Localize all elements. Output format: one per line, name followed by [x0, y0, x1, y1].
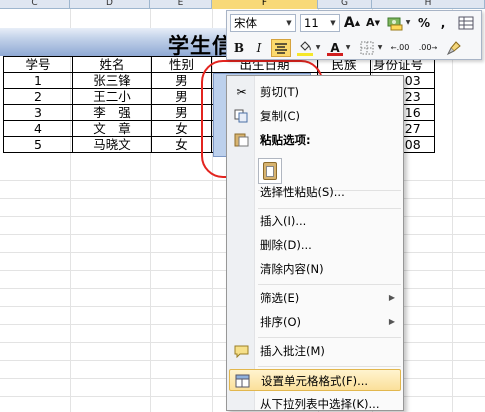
paste-icon — [234, 133, 249, 147]
menu-item-clear-contents[interactable]: 清除内容(N) — [229, 258, 401, 280]
chevron-down-icon[interactable]: ▼ — [344, 39, 352, 57]
font-size-select[interactable]: 11 ▼ — [300, 14, 340, 32]
menu-item-label: 从下拉列表中选择(K)... — [260, 397, 380, 411]
cell-name[interactable]: 王二小 — [72, 88, 152, 105]
header-cell-id[interactable]: 学号 — [3, 56, 73, 73]
menu-item-label: 删除(D)... — [260, 238, 312, 252]
menu-item-label: 筛选(E) — [260, 291, 300, 305]
mini-toolbar-row-1: 宋体 ▼ 11 ▼ A▲ A▼ ▼ % , — [230, 12, 480, 34]
increase-decimal-icon: .00 — [396, 43, 410, 52]
font-name-select[interactable]: 宋体 ▼ — [230, 14, 296, 32]
format-cells-icon — [235, 374, 250, 388]
menu-item-pick-from-list[interactable]: 从下拉列表中选择(K)... — [229, 393, 401, 412]
chevron-down-icon[interactable]: ▼ — [376, 39, 384, 57]
menu-item-filter[interactable]: 筛选(E) ▶ — [229, 287, 401, 309]
cell-id[interactable]: 3 — [3, 104, 73, 121]
chevron-down-icon[interactable]: ▼ — [284, 15, 294, 31]
grow-font-icon: A — [343, 15, 355, 31]
header-cell-gender[interactable]: 性别 — [151, 56, 212, 73]
bold-button[interactable]: B — [231, 39, 247, 57]
comma-style-button[interactable]: , — [436, 14, 450, 32]
menu-item-delete[interactable]: 删除(D)... — [229, 234, 401, 256]
cell-id[interactable]: 1 — [3, 72, 73, 89]
cell-id[interactable]: 5 — [3, 136, 73, 153]
italic-button[interactable]: I — [251, 39, 267, 57]
paint-bucket-icon — [300, 41, 311, 51]
font-name-value: 宋体 — [234, 16, 257, 30]
column-header-e[interactable]: E — [150, 0, 212, 9]
column-header-f[interactable]: F — [212, 0, 318, 9]
increase-decimal-button[interactable]: ←.00 — [388, 39, 412, 57]
chevron-down-icon[interactable]: ▼ — [314, 39, 322, 57]
cell-name[interactable]: 文 章 — [72, 120, 152, 137]
menu-item-label: 剪切(T) — [260, 85, 299, 99]
context-menu: ✂ 剪切(T) 复制(C) 粘贴选项: 选择性粘贴(S)... 插入(I)...… — [226, 75, 404, 411]
menu-item-label: 设置单元格格式(F)... — [261, 374, 369, 388]
mini-toolbar: 宋体 ▼ 11 ▼ A▲ A▼ ▼ % , B I ▼ A ▼ ▼ ←.00 .… — [226, 10, 482, 60]
decrease-decimal-icon: .00 — [418, 43, 432, 52]
header-cell-name[interactable]: 姓名 — [72, 56, 152, 73]
menu-item-copy[interactable]: 复制(C) — [229, 105, 401, 127]
font-color-swatch — [327, 53, 343, 56]
copy-icon — [234, 109, 249, 123]
menu-item-label: 选择性粘贴(S)... — [260, 185, 345, 199]
column-header-h[interactable]: H — [372, 0, 485, 9]
percent-style-button[interactable]: % — [416, 14, 432, 32]
column-header-bar: C D E F G H — [0, 0, 485, 9]
grow-font-button[interactable]: A▲ — [343, 14, 361, 32]
menu-item-paste-options: 粘贴选项: — [229, 129, 401, 151]
menu-item-label: 插入(I)... — [260, 214, 307, 228]
menu-separator — [258, 337, 401, 338]
shrink-font-icon: A — [366, 16, 375, 29]
cell-name[interactable]: 马晓文 — [72, 136, 152, 153]
chevron-down-icon[interactable]: ▼ — [328, 15, 338, 31]
center-align-button[interactable] — [271, 39, 291, 57]
menu-item-label: 粘贴选项: — [260, 133, 311, 147]
column-header-c[interactable]: C — [0, 0, 70, 9]
menu-separator — [258, 366, 401, 367]
chevron-right-icon: ▶ — [388, 317, 395, 326]
menu-separator — [258, 284, 401, 285]
menu-item-paste-special[interactable]: 选择性粘贴(S)... — [229, 181, 401, 203]
menu-item-label: 插入批注(M) — [260, 344, 325, 358]
chevron-right-icon: ▶ — [388, 293, 395, 302]
accounting-format-icon — [387, 17, 403, 31]
shrink-font-button[interactable]: A▼ — [364, 14, 382, 32]
menu-item-insert-comment[interactable]: 插入批注(M) — [229, 340, 401, 362]
accounting-format-button[interactable] — [386, 14, 404, 32]
menu-item-label: 清除内容(N) — [260, 262, 324, 276]
format-painter-table-button[interactable] — [456, 14, 476, 32]
format-painter-button[interactable] — [444, 39, 464, 57]
paintbrush-icon — [446, 41, 461, 56]
cell-id[interactable]: 4 — [3, 120, 73, 137]
column-header-g[interactable]: G — [318, 0, 372, 9]
borders-button[interactable] — [358, 39, 376, 57]
menu-item-label: 复制(C) — [260, 109, 301, 123]
format-table-icon — [458, 16, 474, 30]
cell-name[interactable]: 李 强 — [72, 104, 152, 121]
menu-item-cut[interactable]: ✂ 剪切(T) — [229, 81, 401, 103]
fill-color-button[interactable] — [296, 39, 314, 57]
menu-item-format-cells[interactable]: 设置单元格格式(F)... — [229, 369, 401, 391]
menu-item-label: 排序(O) — [260, 315, 302, 329]
chevron-down-icon[interactable]: ▼ — [404, 14, 412, 32]
mini-toolbar-row-2: B I ▼ A ▼ ▼ ←.00 .00→ — [230, 37, 480, 59]
menu-separator — [258, 208, 401, 209]
font-color-button[interactable]: A — [326, 39, 344, 57]
menu-item-sort[interactable]: 排序(O) ▶ — [229, 311, 401, 333]
cell-id[interactable]: 2 — [3, 88, 73, 105]
cell-name[interactable]: 张三锋 — [72, 72, 152, 89]
borders-icon — [360, 41, 374, 55]
menu-item-insert[interactable]: 插入(I)... — [229, 210, 401, 232]
comment-icon — [234, 344, 249, 359]
align-center-icon — [275, 43, 287, 54]
column-header-d[interactable]: D — [70, 0, 150, 9]
font-size-value: 11 — [304, 16, 319, 30]
scissors-icon: ✂ — [236, 85, 247, 99]
decrease-decimal-button[interactable]: .00→ — [416, 39, 440, 57]
fill-color-swatch — [297, 53, 313, 56]
